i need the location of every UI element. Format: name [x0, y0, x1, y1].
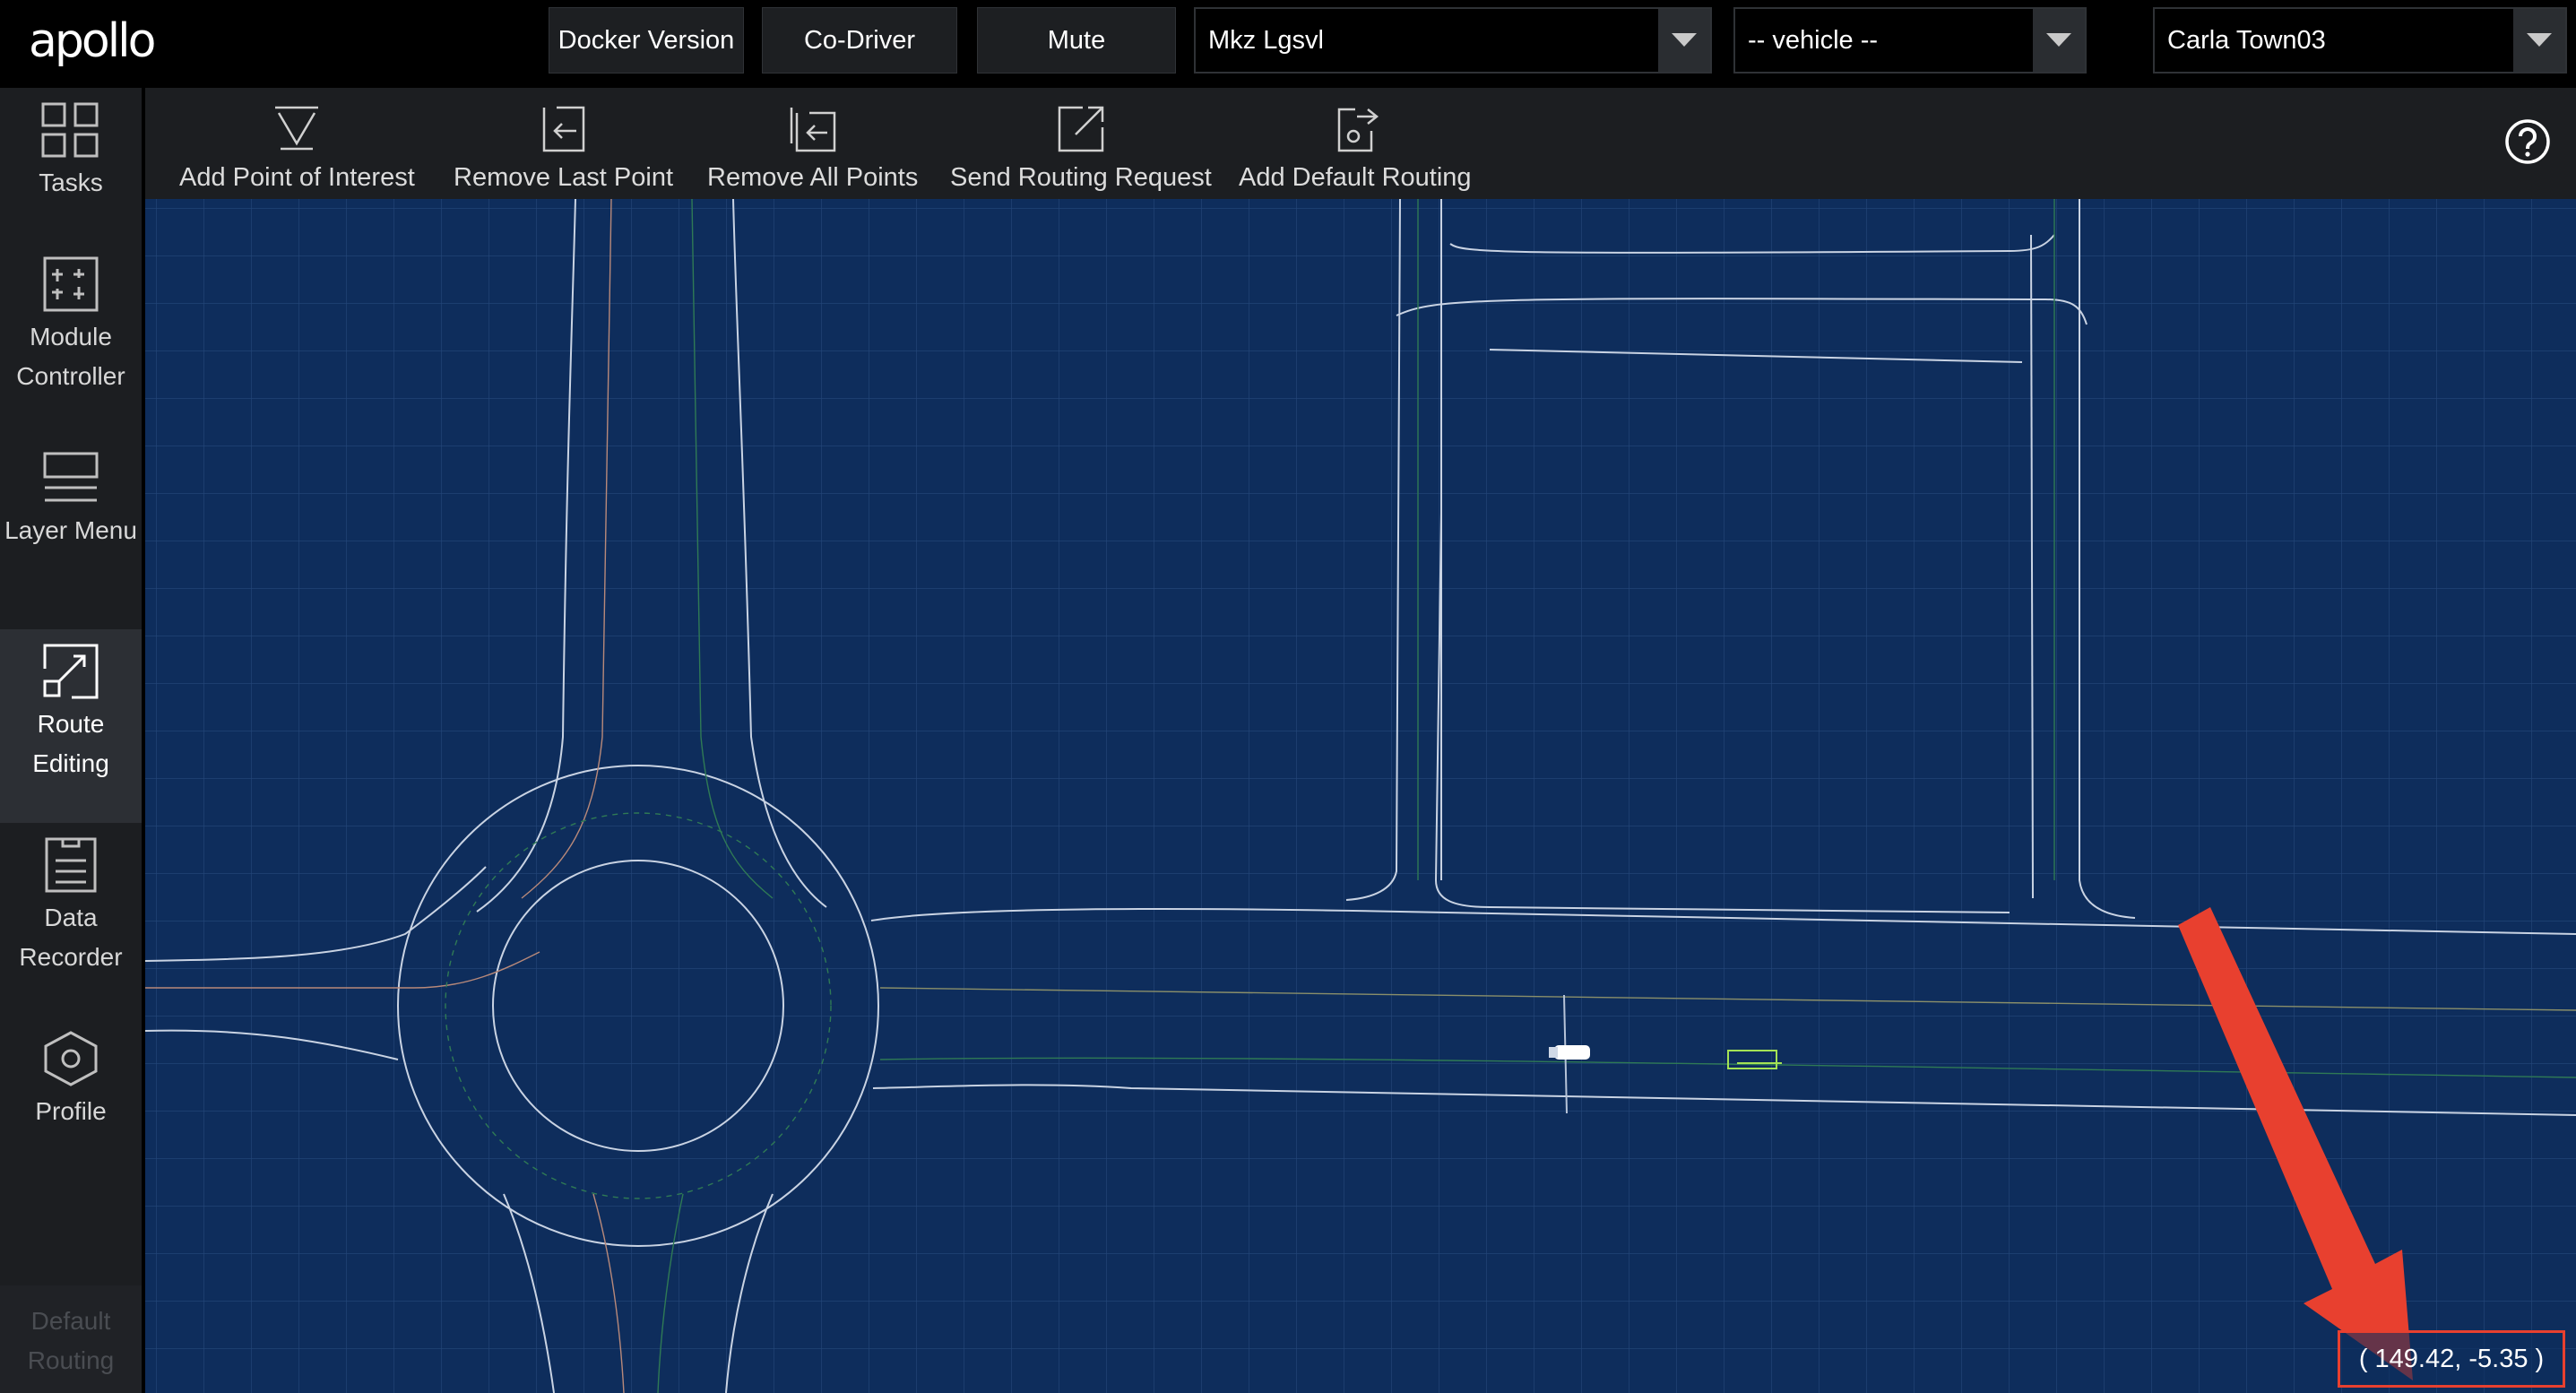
tool-label: Remove Last Point	[454, 163, 674, 192]
sidebar-item-data-recorder[interactable]: Data Recorder	[0, 823, 142, 1017]
map-canvas[interactable]	[145, 199, 2576, 1393]
docker-version-button[interactable]: Docker Version	[549, 7, 744, 74]
add-point-of-interest-button[interactable]: Add Point of Interest	[179, 104, 415, 193]
profile-icon	[44, 1031, 98, 1086]
scenario-select[interactable]: Carla Town03	[2153, 7, 2567, 74]
remove-last-point-icon	[542, 106, 584, 152]
tool-label: Remove All Points	[707, 163, 919, 192]
remove-all-points-button[interactable]: Remove All Points	[707, 104, 918, 193]
add-point-of-interest-icon	[275, 106, 319, 151]
cursor-coordinates: ( 149.42, -5.35 )	[2338, 1330, 2565, 1388]
sidebar-item-profile[interactable]: Profile	[0, 1017, 142, 1160]
layer-menu-icon	[43, 452, 99, 502]
module-controller-icon	[43, 256, 99, 312]
sidebar-item-label: Data Recorder	[19, 904, 123, 971]
chevron-down-icon[interactable]	[1658, 9, 1710, 72]
map-select-value: Mkz Lgsvl	[1208, 26, 1324, 55]
sidebar-item-label: Module Controller	[16, 323, 125, 390]
sidebar: Tasks Module Controller Layer Menu Route…	[0, 88, 142, 1393]
vehicle-select[interactable]: -- vehicle --	[1733, 7, 2087, 74]
route-editing-icon	[43, 644, 99, 699]
scenario-select-value: Carla Town03	[2167, 26, 2326, 55]
co-driver-button[interactable]: Co-Driver	[762, 7, 957, 74]
chevron-down-icon[interactable]	[2033, 9, 2085, 72]
route-editing-toolbar: Add Point of Interest Remove Last Point …	[145, 88, 2576, 199]
send-routing-request-icon	[1058, 106, 1104, 152]
send-routing-request-button[interactable]: Send Routing Request	[950, 104, 1212, 193]
tool-label: Add Point of Interest	[179, 163, 415, 192]
sidebar-item-route-editing[interactable]: Route Editing	[0, 629, 142, 823]
sidebar-item-default-routing[interactable]: Default Routing	[0, 1285, 142, 1393]
help-icon[interactable]	[2504, 118, 2551, 165]
sidebar-item-module-controller[interactable]: Module Controller	[0, 242, 142, 436]
remove-last-point-button[interactable]: Remove Last Point	[454, 104, 673, 193]
vehicle-select-value: -- vehicle --	[1748, 26, 1879, 55]
sidebar-item-label: Profile	[35, 1097, 107, 1125]
tool-label: Add Default Routing	[1239, 163, 1472, 192]
tool-label: Send Routing Request	[950, 163, 1212, 192]
sidebar-item-layer-menu[interactable]: Layer Menu	[0, 436, 142, 629]
top-header: apollo Docker Version Co-Driver Mute Mkz…	[0, 0, 2576, 88]
sidebar-item-label: Tasks	[39, 169, 103, 196]
add-default-routing-icon	[1337, 108, 1379, 152]
chevron-down-icon[interactable]	[2513, 9, 2565, 72]
data-recorder-icon	[45, 837, 97, 893]
mute-button[interactable]: Mute	[977, 7, 1176, 74]
sidebar-item-label: Layer Menu	[4, 516, 137, 544]
add-default-routing-button[interactable]: Add Default Routing	[1239, 104, 1472, 193]
sidebar-item-label: Route Editing	[32, 710, 109, 777]
remove-all-points-icon	[790, 108, 835, 152]
sidebar-item-tasks[interactable]: Tasks	[0, 88, 142, 242]
apollo-logo: apollo	[29, 14, 156, 68]
map-select[interactable]: Mkz Lgsvl	[1194, 7, 1712, 74]
tasks-icon	[41, 102, 99, 158]
map-view[interactable]: ( 149.42, -5.35 )	[145, 199, 2576, 1393]
sidebar-item-label: Default Routing	[27, 1307, 115, 1374]
